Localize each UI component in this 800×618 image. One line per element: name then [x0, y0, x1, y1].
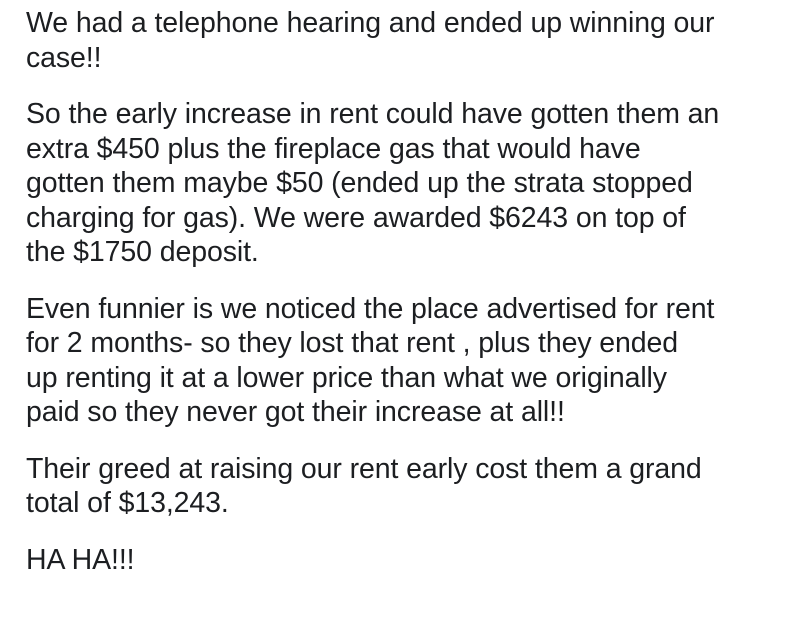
text-line: up renting it at a lower price than what…	[26, 361, 667, 394]
text-line: paid so they never got their increase at…	[26, 396, 565, 428]
text-line: case!!	[26, 41, 102, 74]
post-body: We had a telephone hearing and ended up …	[26, 6, 776, 599]
text-line: So the early increase in rent could have…	[26, 98, 720, 130]
text-line: for 2 months- so they lost that rent , p…	[26, 327, 679, 359]
text-line: gotten them maybe $50 (ended up the stra…	[26, 167, 693, 199]
text-line: HA HA!!!	[26, 543, 135, 576]
text-line: extra $450 plus the fireplace gas that w…	[26, 132, 641, 165]
paragraph-award-details: So the early increase in rent could have…	[26, 97, 776, 270]
paragraph-total-cost: Their greed at raising our rent early co…	[26, 452, 776, 521]
paragraph-rental-outcome: Even funnier is we noticed the place adv…	[26, 292, 776, 430]
text-line: Their greed at raising our rent early co…	[26, 452, 702, 485]
text-line: the $1750 deposit.	[26, 236, 259, 268]
text-line: charging for gas). We were awarded $6243…	[26, 201, 686, 234]
text-line: We had a telephone hearing and ended up …	[26, 7, 715, 39]
paragraph-hearing-result: We had a telephone hearing and ended up …	[26, 6, 776, 75]
paragraph-closing: HA HA!!!	[26, 543, 776, 578]
text-line: total of $13,243.	[26, 487, 229, 519]
text-line: Even funnier is we noticed the place adv…	[26, 292, 715, 325]
